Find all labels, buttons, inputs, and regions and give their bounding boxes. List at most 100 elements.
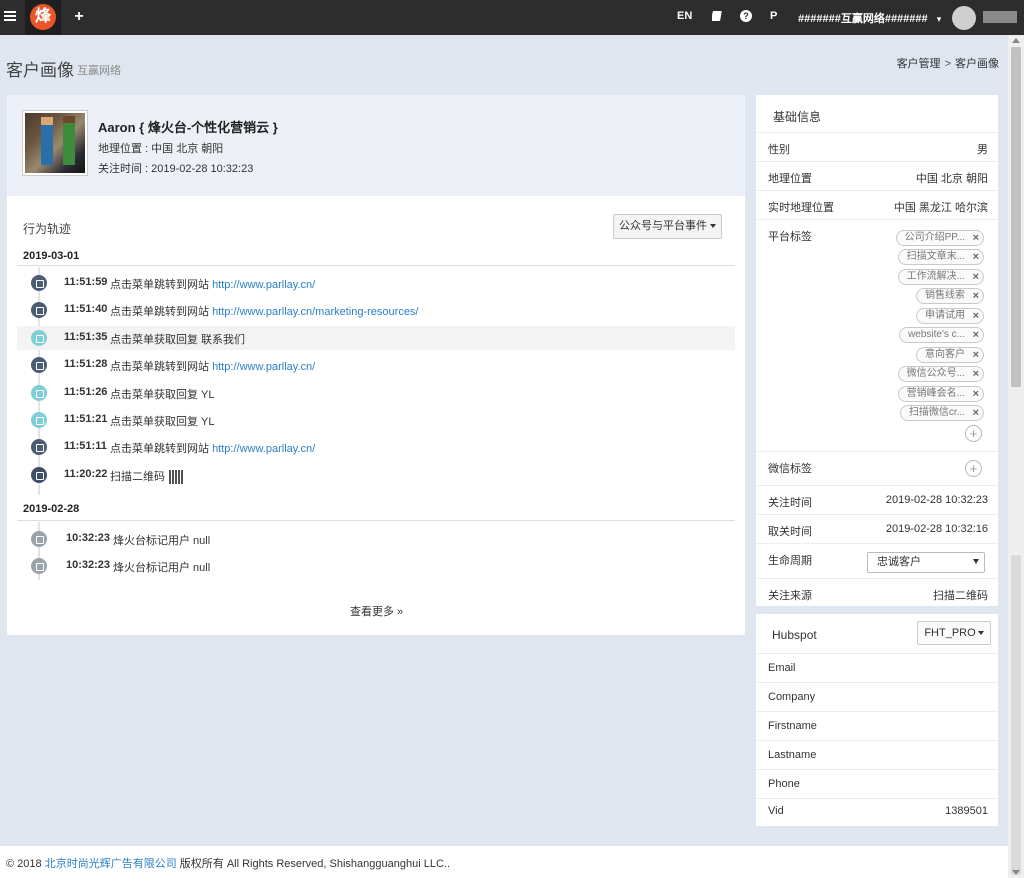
event-link[interactable]: http://www.parllay.cn/marketing-resource…	[212, 306, 418, 318]
timeline-event: 10:32:23 烽火台标记用户 null	[17, 554, 735, 578]
qrcode-icon	[31, 467, 47, 483]
event-link[interactable]: http://www.parllay.cn/	[212, 361, 315, 373]
close-icon[interactable]: ×	[973, 348, 979, 362]
info-label: 平台标签	[768, 231, 812, 243]
divider	[17, 520, 735, 521]
hubspot-row-vid: Vid 1389501	[756, 797, 998, 826]
page-scrollbar[interactable]	[1008, 35, 1024, 878]
book-icon[interactable]	[711, 10, 723, 25]
info-value: 2019-02-28 10:32:23	[885, 494, 988, 506]
info-row-gender: 性别 男	[756, 133, 998, 162]
info-row-platform-tags: 平台标签 公司介绍PP... × 扫描文章末... × 工作流解决... × 销售线索…	[756, 220, 998, 452]
help-icon[interactable]: ?	[740, 10, 752, 22]
close-icon[interactable]: ×	[973, 231, 979, 245]
platform-tag[interactable]: 工作流解决... ×	[897, 269, 984, 285]
info-label: Vid	[768, 805, 784, 817]
close-icon[interactable]: ×	[973, 250, 979, 264]
info-label: 关注时间	[768, 497, 812, 509]
event-filter-dropdown[interactable]: 公众号与平台事件	[613, 214, 722, 239]
top-navbar: 烽 + EN ? P #######互赢网络####### ▾	[0, 0, 1024, 35]
timeline-title: 行为轨迹	[23, 222, 72, 236]
event-time: 11:51:11	[64, 440, 107, 452]
info-row-location: 地理位置 中国 北京 朝阳	[756, 162, 998, 191]
info-value: 2019-02-28 10:32:16	[885, 523, 988, 535]
event-text: 烽火台标记用户 null	[113, 535, 211, 547]
info-row-lifecycle: 生命周期 忠诚客户	[756, 544, 998, 579]
view-more-link[interactable]: 查看更多 »	[350, 603, 403, 619]
platform-tag[interactable]: 销售线索 ×	[916, 288, 984, 304]
platform-tag[interactable]: website's c... ×	[899, 327, 984, 343]
link-icon	[31, 357, 47, 373]
customer-follow-time: 关注时间 : 2019-02-28 10:32:23	[98, 163, 254, 175]
event-text: 点击菜单跳转到网站	[110, 306, 209, 318]
close-icon[interactable]: ×	[973, 328, 979, 342]
info-label: Firstname	[768, 720, 817, 732]
scroll-down-arrow[interactable]	[1012, 870, 1020, 875]
event-text: 点击菜单跳转到网站	[110, 361, 209, 373]
app-logo[interactable]: 烽	[25, 0, 61, 35]
platform-tag[interactable]: 公司介绍PP... ×	[895, 230, 984, 246]
add-wechat-tag-icon[interactable]: +	[965, 460, 982, 477]
info-label: Email	[768, 662, 796, 674]
customer-location: 地理位置 : 中国 北京 朝阳	[98, 143, 224, 155]
copyright-text: © 2018 北京时尚光辉广告有限公司 版权所有 All Rights Rese…	[6, 855, 450, 871]
platform-tag[interactable]: 营销峰会名... ×	[897, 386, 984, 402]
scrollbar-thumb[interactable]	[1011, 47, 1021, 387]
event-time: 10:32:23	[66, 532, 111, 544]
breadcrumb-customer-profile: 客户画像	[955, 58, 999, 70]
platform-tag[interactable]: 意向客户 ×	[916, 347, 984, 363]
link-icon	[31, 439, 47, 455]
timeline-event: 11:51:35 点击菜单获取回复 联系我们	[17, 326, 735, 350]
menu-icon[interactable]	[4, 9, 16, 25]
user-avatar[interactable]	[952, 6, 976, 30]
scrollbar-track-lower	[1011, 555, 1021, 875]
info-label: 性别	[768, 144, 790, 156]
profile-card: Aaron { 烽火台-个性化营销云 } 地理位置 : 中国 北京 朝阳 关注时…	[7, 95, 745, 196]
close-icon[interactable]: ×	[973, 406, 979, 420]
hubspot-row-firstname: Firstname	[756, 712, 998, 741]
reply-icon	[31, 330, 47, 346]
lifecycle-select[interactable]: 忠诚客户	[867, 552, 985, 573]
event-link[interactable]: http://www.parllay.cn/	[212, 279, 315, 291]
globe-icon	[31, 531, 47, 547]
info-label: 生命周期	[768, 555, 812, 567]
platform-tag[interactable]: 申请试用 ×	[916, 308, 984, 324]
hubspot-row-email: Email	[756, 654, 998, 683]
platform-tag[interactable]: 微信公众号... ×	[897, 366, 984, 382]
parllay-icon[interactable]: P	[770, 10, 777, 22]
event-link[interactable]: http://www.parllay.cn/	[212, 443, 315, 455]
platform-tag[interactable]: 扫描微信cr... ×	[899, 405, 984, 421]
hubspot-title: Hubspot	[772, 628, 817, 642]
user-name-blurred[interactable]	[983, 11, 1017, 23]
logo-mark: 烽	[30, 4, 56, 30]
timeline-event: 11:51:28 点击菜单跳转到网站 http://www.parllay.cn…	[17, 353, 735, 377]
basic-info-panel: 基础信息 性别 男 地理位置 中国 北京 朝阳 实时地理位置 中国 黑龙江 哈尔…	[756, 95, 998, 606]
company-link[interactable]: 北京时尚光辉广告有限公司	[45, 858, 177, 870]
page-title: 客户画像	[6, 61, 74, 80]
close-icon[interactable]: ×	[973, 270, 979, 284]
info-row-wechat-tags: 微信标签 +	[756, 452, 998, 486]
close-icon[interactable]: ×	[973, 387, 979, 401]
hubspot-portal-dropdown[interactable]: FHT_PRO	[917, 621, 991, 645]
timeline-event: 11:20:22 扫描二维码	[17, 463, 735, 487]
language-switch[interactable]: EN	[677, 10, 692, 22]
page-footer: © 2018 北京时尚光辉广告有限公司 版权所有 All Rights Rese…	[0, 846, 1008, 878]
globe-icon	[31, 558, 47, 574]
breadcrumb-customer-management[interactable]: 客户管理	[897, 58, 941, 70]
platform-tag[interactable]: 扫描文章末... ×	[897, 249, 984, 265]
close-icon[interactable]: ×	[973, 289, 979, 303]
scroll-up-arrow[interactable]	[1012, 38, 1020, 43]
add-icon[interactable]: +	[70, 8, 88, 26]
reply-icon	[31, 385, 47, 401]
info-row-realtime-location: 实时地理位置 中国 黑龙江 哈尔滨	[756, 191, 998, 220]
event-time: 11:51:28	[64, 358, 108, 370]
qr-code-thumbnail[interactable]	[169, 470, 183, 485]
account-menu[interactable]: #######互赢网络####### ▾	[798, 10, 941, 26]
info-label: Phone	[768, 778, 800, 790]
timeline-event: 11:51:59 点击菜单跳转到网站 http://www.parllay.cn…	[17, 271, 735, 295]
copyright-prefix: © 2018	[6, 858, 45, 870]
close-icon[interactable]: ×	[973, 367, 979, 381]
info-value: 1389501	[945, 805, 988, 817]
add-platform-tag-icon[interactable]: +	[965, 425, 982, 442]
close-icon[interactable]: ×	[973, 309, 979, 323]
